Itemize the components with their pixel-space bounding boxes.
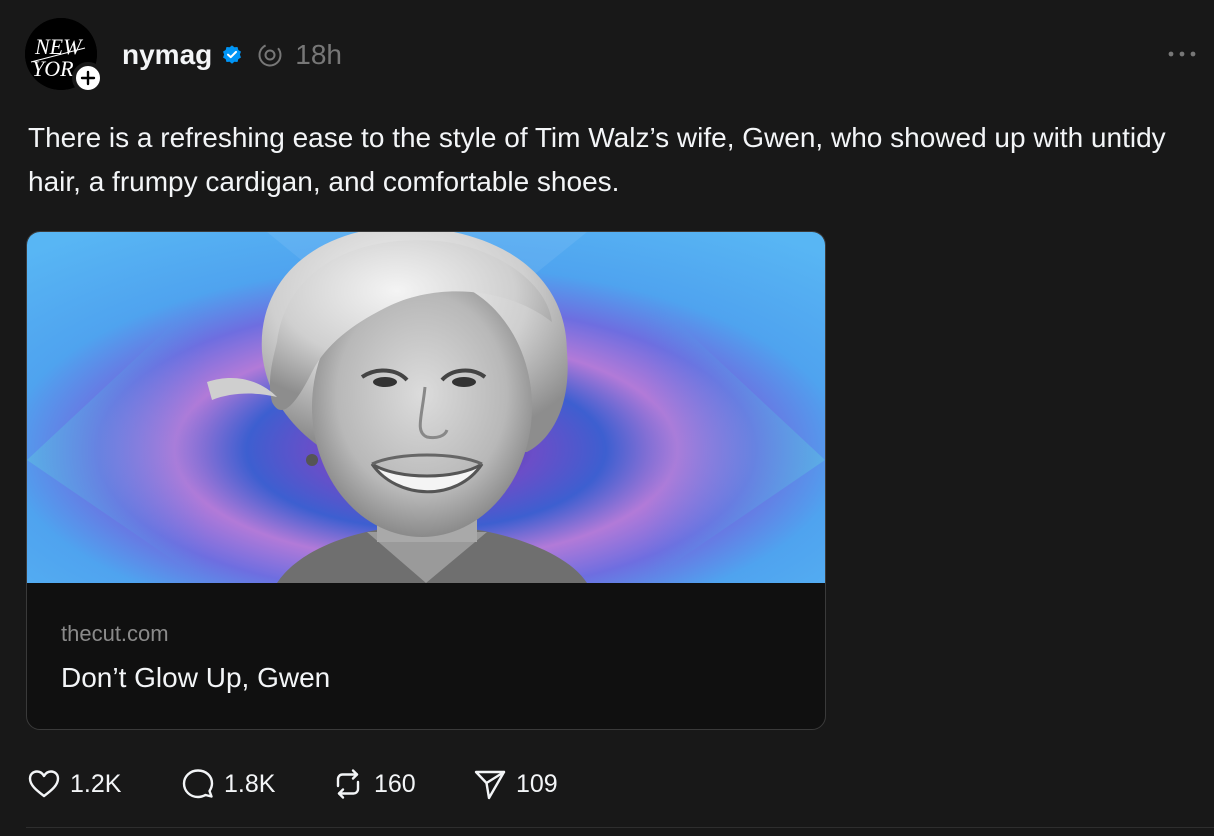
reply-button[interactable]: 1.8K — [180, 762, 330, 806]
post-header: nymag 18h — [122, 36, 342, 74]
link-domain: thecut.com — [61, 621, 169, 646]
more-icon — [1168, 51, 1196, 57]
reply-count: 1.8K — [224, 769, 276, 798]
repost-button[interactable]: 160 — [330, 762, 472, 806]
repost-icon — [336, 769, 360, 799]
share-count: 109 — [516, 769, 558, 798]
like-count: 1.2K — [70, 769, 122, 798]
post-timestamp: 18h — [295, 39, 342, 70]
verified-badge-icon — [221, 44, 243, 66]
author-username[interactable]: nymag — [122, 39, 212, 71]
post-text: There is a refreshing ease to the style … — [28, 122, 1166, 197]
repost-count: 160 — [374, 769, 416, 798]
heart-icon — [28, 770, 60, 798]
post-action-bar: 1.2K 1.8K 160 109 — [26, 762, 592, 806]
article-image — [27, 232, 825, 583]
comment-icon — [182, 769, 214, 799]
send-icon — [474, 770, 506, 800]
follow-button[interactable] — [72, 62, 104, 94]
more-options-button[interactable] — [1164, 44, 1200, 64]
like-button[interactable]: 1.2K — [26, 762, 180, 806]
plus-icon — [80, 70, 96, 86]
link-card-body: thecut.com Don’t Glow Up, Gwen — [27, 583, 825, 729]
author-avatar[interactable]: NEW YOR — [25, 18, 104, 94]
thread-post: NEW YOR nymag 18h There is a refreshing … — [0, 0, 1214, 836]
link-preview-card[interactable]: thecut.com Don’t Glow Up, Gwen — [26, 231, 826, 730]
share-button[interactable]: 109 — [472, 762, 592, 806]
link-title: Don’t Glow Up, Gwen — [61, 662, 331, 693]
threads-reply-icon — [257, 42, 283, 68]
post-divider — [26, 827, 1214, 828]
